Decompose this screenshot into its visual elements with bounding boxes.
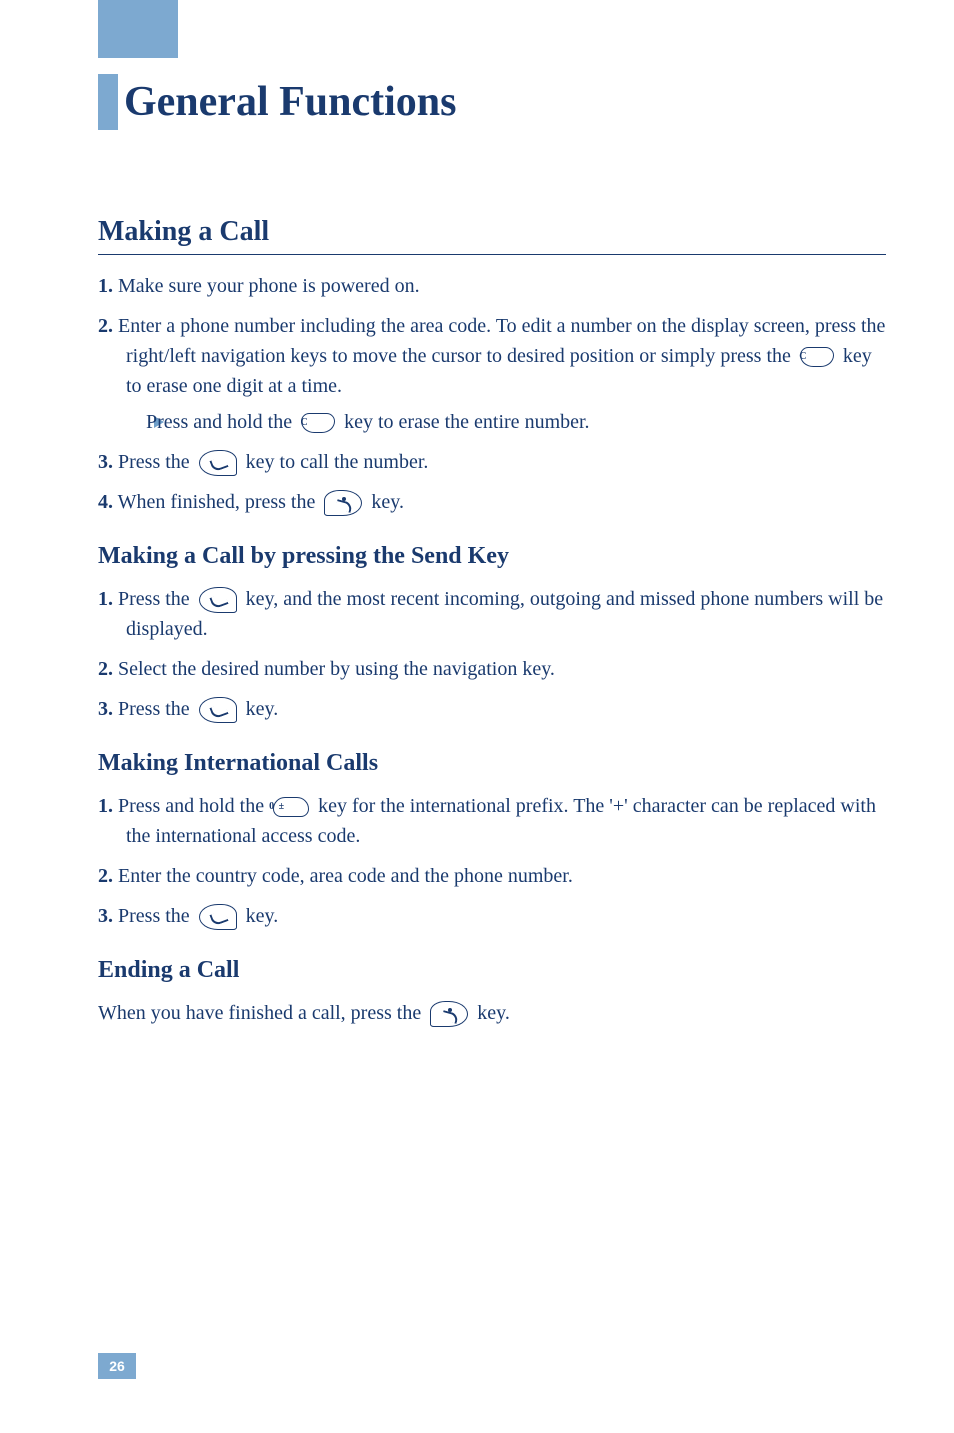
list-item: 2. Select the desired number by using th… — [98, 654, 886, 684]
making-call-steps: 1. Make sure your phone is powered on. 2… — [98, 271, 886, 517]
section-title-making-call: Making a Call — [98, 216, 886, 255]
step-text: Press the — [113, 588, 195, 610]
send-key-icon — [199, 450, 237, 476]
zero-key-icon: 0 ± — [273, 797, 309, 817]
subsection-title-international: Making International Calls — [98, 750, 886, 777]
list-item: 3. Press the key. — [98, 694, 886, 724]
step-text: Press the — [113, 451, 195, 473]
step-text: Enter the country code, area code and th… — [113, 865, 573, 887]
list-item: 3. Press the key to call the number. — [98, 447, 886, 477]
step-text: Enter a phone number including the area … — [113, 315, 885, 367]
step-text: Press and hold the — [113, 795, 269, 817]
clear-key-icon: C — [301, 413, 335, 433]
step-text: key, and the most recent incoming, outgo… — [126, 588, 883, 640]
header-accent-band — [98, 0, 178, 58]
page-number-badge: 26 — [98, 1353, 136, 1379]
send-key-steps: 1. Press the key, and the most recent in… — [98, 584, 886, 724]
step-number: 2. — [98, 865, 113, 887]
step-text: Press the — [113, 698, 195, 720]
subsection-title-ending: Ending a Call — [98, 957, 886, 984]
send-key-icon — [199, 697, 237, 723]
list-item: 1. Make sure your phone is powered on. — [98, 271, 886, 301]
send-key-icon — [199, 904, 237, 930]
sub-bullet-text-wrap: Press and hold the C key to erase the en… — [174, 407, 590, 437]
list-item: 1. Press the key, and the most recent in… — [98, 584, 886, 644]
list-item: 2. Enter a phone number including the ar… — [98, 311, 886, 437]
clear-key-icon: C — [800, 347, 834, 367]
step-text: key. — [241, 698, 279, 720]
step-text: key. — [241, 905, 279, 927]
step-text: When finished, press the — [113, 491, 320, 513]
sub-text: key to erase the entire number. — [339, 411, 589, 433]
step-number: 3. — [98, 698, 113, 720]
step-text: key to call the number. — [241, 451, 429, 473]
content-area: Making a Call 1. Make sure your phone is… — [98, 216, 886, 1038]
international-steps: 1. Press and hold the 0 ± key for the in… — [98, 791, 886, 931]
ending-text: When you have finished a call, press the — [98, 1002, 426, 1024]
step-text: Make sure your phone is powered on. — [113, 275, 420, 297]
list-item: 3. Press the key. — [98, 901, 886, 931]
list-item: 1. Press and hold the 0 ± key for the in… — [98, 791, 886, 851]
step-number: 4. — [98, 491, 113, 513]
send-key-icon — [199, 587, 237, 613]
step-number: 1. — [98, 588, 113, 610]
list-item: 4. When finished, press the key. — [98, 487, 886, 517]
step-number: 1. — [98, 275, 113, 297]
step-number: 3. — [98, 451, 113, 473]
step-text: Press the — [113, 905, 195, 927]
page-title: General Functions — [124, 74, 457, 130]
end-key-icon — [430, 1001, 468, 1027]
step-number: 3. — [98, 905, 113, 927]
ending-text: key. — [472, 1002, 510, 1024]
subsection-title-send-key: Making a Call by pressing the Send Key — [98, 543, 886, 570]
end-key-icon — [324, 490, 362, 516]
sub-bullet: Press and hold the C key to erase the en… — [154, 407, 886, 437]
list-item: 2. Enter the country code, area code and… — [98, 861, 886, 891]
step-text: Select the desired number by using the n… — [113, 658, 555, 680]
step-number: 1. — [98, 795, 113, 817]
step-number: 2. — [98, 315, 113, 337]
page-title-row: General Functions — [98, 74, 457, 130]
step-text: key. — [366, 491, 404, 513]
ending-paragraph: When you have finished a call, press the… — [98, 998, 886, 1028]
manual-page: General Functions Making a Call 1. Make … — [0, 0, 954, 1433]
sub-text: Press and hold the — [146, 411, 297, 433]
step-number: 2. — [98, 658, 113, 680]
title-accent-block — [98, 74, 118, 130]
